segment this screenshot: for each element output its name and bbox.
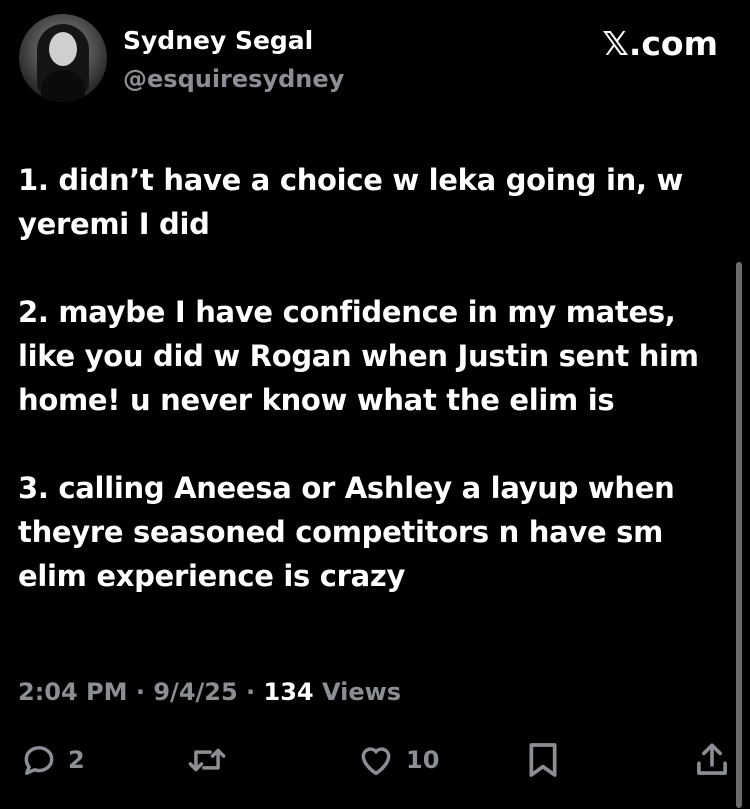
like-button[interactable]: 10 — [356, 736, 439, 784]
tweet-meta: 2:04 PM · 9/4/25 · 134 Views — [18, 674, 401, 710]
tweet-paragraph-1: 1. didn’t have a choice w leka going in,… — [18, 163, 684, 241]
reply-button[interactable]: 2 — [20, 736, 85, 784]
views-label: Views — [313, 678, 402, 706]
avatar[interactable] — [19, 14, 107, 102]
action-bar: 2 10 — [0, 736, 750, 784]
tweet-time[interactable]: 2:04 PM — [18, 678, 128, 706]
avatar-face — [49, 32, 77, 66]
brand-logo: 𝕏.com — [602, 24, 718, 64]
heart-icon — [361, 747, 391, 776]
retweet-button[interactable] — [186, 736, 228, 784]
bookmark-button[interactable] — [526, 736, 560, 784]
author-display-name[interactable]: Sydney Segal — [123, 24, 313, 58]
tweet-text: 1. didn’t have a choice w leka going in,… — [18, 158, 733, 642]
scrollbar[interactable] — [736, 262, 742, 808]
brand-label: 𝕏.com — [602, 24, 718, 63]
meta-separator: · — [237, 678, 264, 706]
share-button[interactable] — [694, 736, 730, 784]
avatar-body — [41, 70, 85, 102]
reply-count: 2 — [68, 746, 85, 774]
reply-icon — [24, 746, 54, 775]
like-count: 10 — [406, 746, 440, 774]
meta-separator: · — [127, 678, 154, 706]
tweet-paragraph-3: 3. calling Aneesa or Ashley a layup when… — [18, 471, 675, 593]
tweet-paragraph-2: 2. maybe I have confidence in my mates, … — [18, 295, 699, 417]
bookmark-icon — [529, 743, 557, 777]
share-icon — [697, 743, 727, 775]
tweet-date[interactable]: 9/4/25 — [153, 678, 237, 706]
retweet-icon — [188, 748, 226, 772]
author-handle[interactable]: @esquiresydney — [123, 62, 344, 96]
views-count: 134 — [263, 678, 314, 706]
